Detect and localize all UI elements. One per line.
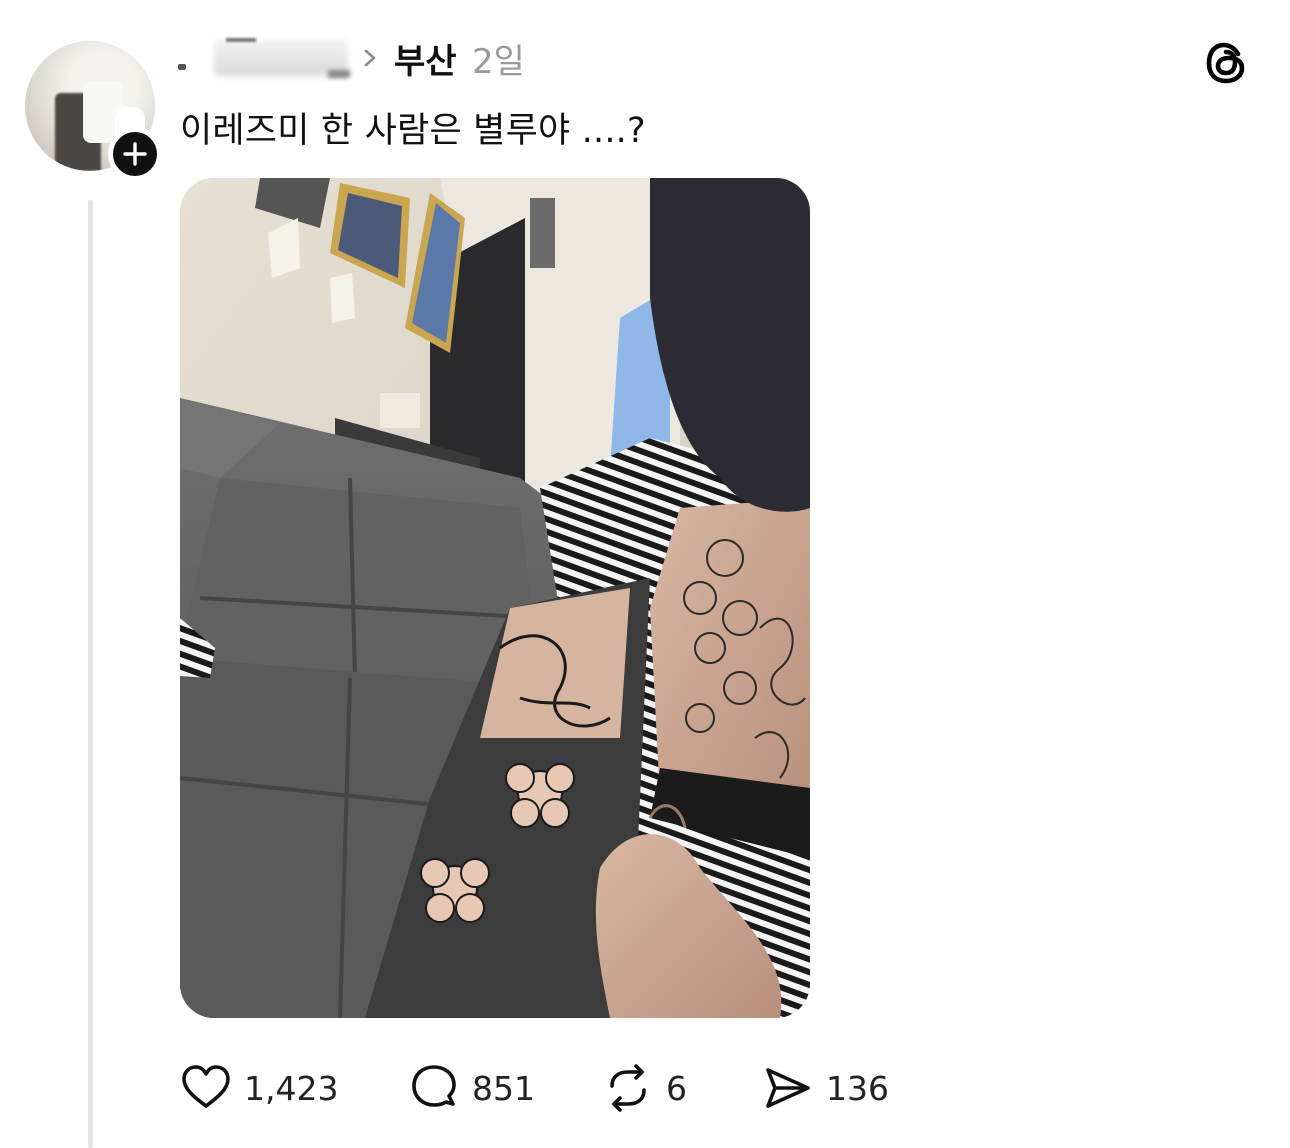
like-button[interactable]: 1,423 [180,1058,338,1118]
share-button[interactable]: 136 [762,1058,889,1118]
timestamp: 2일 [472,42,525,82]
like-count: 1,423 [244,1068,339,1108]
send-icon [766,1068,810,1108]
repost-button[interactable]: 6 [602,1058,687,1118]
repost-icon [610,1064,646,1112]
post-image[interactable] [180,178,810,1018]
threads-post: 부산 2일 이레즈미 한 사람은 별루야 ....? 1,423 851 6 1… [0,0,1290,1148]
reply-button[interactable]: 851 [408,1058,535,1118]
follow-button[interactable] [108,127,162,181]
location-tag[interactable]: 부산 [394,34,457,83]
share-count: 136 [826,1068,889,1108]
heart-icon [182,1065,230,1108]
username-redacted[interactable] [178,38,350,78]
post-text: 이레즈미 한 사람은 별루야 ....? [180,111,646,151]
chevron-right-icon [364,49,376,67]
plus-icon [123,142,147,166]
threads-logo-icon[interactable] [1204,40,1250,86]
repost-count: 6 [666,1068,687,1108]
speech-bubble-icon [412,1065,456,1107]
reply-count: 851 [472,1068,535,1108]
thread-line [88,200,93,1148]
photo-illustration [180,178,810,1018]
